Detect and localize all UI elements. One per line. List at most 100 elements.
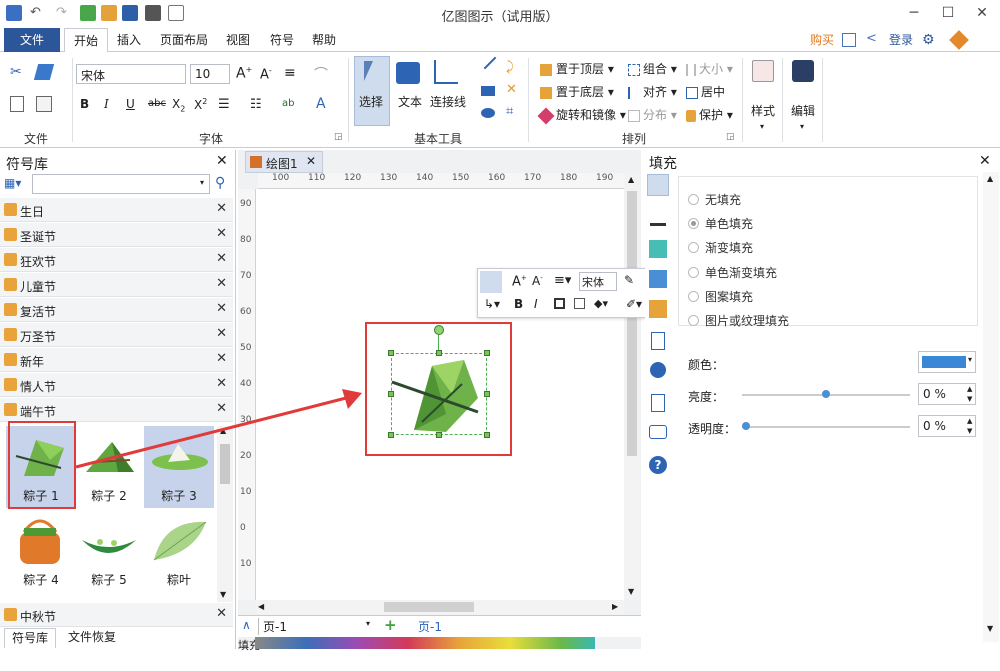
search-dropdown-icon[interactable]: ▾ <box>200 178 204 187</box>
text-tool-icon[interactable] <box>396 62 420 84</box>
fill-option-solid[interactable]: 单色填充 <box>688 215 753 232</box>
line-tab-icon[interactable] <box>650 210 666 226</box>
spin-arrows-icon[interactable]: ▲ ▼ <box>967 384 972 404</box>
mini-format-painter-icon[interactable]: ✎ <box>624 273 634 287</box>
settings-gear-icon[interactable]: ⚙ <box>922 32 935 48</box>
cut-icon[interactable]: ✂ <box>10 64 26 80</box>
mini-connector-icon[interactable]: ↳▾ <box>484 297 500 311</box>
style-icon[interactable] <box>752 60 774 82</box>
resize-handle[interactable] <box>436 432 442 438</box>
brightness-input[interactable]: 0 % ▲ ▼ <box>918 383 976 405</box>
document-tab-close-icon[interactable]: ✕ <box>306 154 316 168</box>
category-close-icon[interactable]: ✕ <box>216 226 227 241</box>
document-tab[interactable]: 绘图1 ✕ <box>245 151 323 173</box>
library-category[interactable]: 儿童节 ✕ <box>0 273 233 297</box>
rectangle-tool-icon[interactable] <box>481 86 495 96</box>
shape-zongzi-4[interactable]: 粽子 4 <box>6 510 76 592</box>
underline-button[interactable]: U <box>126 97 135 111</box>
scroll-right-icon[interactable]: ▶ <box>612 602 618 611</box>
mini-fill-icon[interactable]: ◆▾ <box>594 297 608 310</box>
category-close-icon[interactable]: ✕ <box>216 251 227 266</box>
page-tab-icon[interactable] <box>651 332 665 350</box>
layer-tab-icon[interactable] <box>649 300 667 318</box>
line-tool-icon[interactable] <box>483 56 497 70</box>
shape-zongzi-5[interactable]: 粽子 5 <box>74 510 144 592</box>
help-icon[interactable]: ? <box>649 456 667 474</box>
buy-link[interactable]: 购买 <box>804 28 840 52</box>
scroll-left-icon[interactable]: ◀ <box>258 602 264 611</box>
tab-help[interactable]: 帮助 <box>304 28 344 52</box>
strikethrough-button[interactable]: abc <box>148 98 166 109</box>
transparency-slider-thumb[interactable] <box>742 422 750 430</box>
page-tab[interactable]: 页-1 <box>418 618 442 635</box>
spin-arrows-icon[interactable]: ▲ ▼ <box>967 416 972 436</box>
edit-button[interactable]: 编辑 <box>791 102 815 119</box>
library-category[interactable]: 万圣节 ✕ <box>0 323 233 347</box>
superscript-button[interactable]: X2 <box>194 97 207 112</box>
brightness-slider-thumb[interactable] <box>822 390 830 398</box>
hyperlink-tab-icon[interactable] <box>650 362 666 378</box>
image-tab-icon[interactable] <box>649 270 667 288</box>
attachment-tab-icon[interactable] <box>651 394 665 412</box>
mini-shrink-font-icon[interactable]: A- <box>532 274 543 288</box>
tab-view[interactable]: 视图 <box>218 28 258 52</box>
font-family-select[interactable]: 宋体 <box>76 64 186 84</box>
scroll-thumb[interactable] <box>627 191 637 456</box>
fill-panel-close-icon[interactable]: ✕ <box>979 153 991 169</box>
font-size-select[interactable]: 10 <box>190 64 230 84</box>
font-color-icon[interactable]: A <box>316 96 326 112</box>
addon-icon[interactable] <box>949 30 969 50</box>
fill-option-gradient[interactable]: 渐变填充 <box>688 239 753 256</box>
crop-tool-icon[interactable]: ⌗ <box>506 104 513 119</box>
text-highlight-icon[interactable]: ab <box>282 98 294 109</box>
canvas-zongzi-shape[interactable] <box>391 353 487 435</box>
grow-font-icon[interactable]: A+ <box>236 65 252 82</box>
category-close-icon[interactable]: ✕ <box>216 201 227 216</box>
find-binoculars-icon[interactable] <box>792 60 814 82</box>
shrink-font-icon[interactable]: A- <box>260 66 272 82</box>
center-button[interactable]: 居中 <box>686 83 725 100</box>
library-search-input[interactable] <box>32 174 210 194</box>
arrange-dialog-launcher-icon[interactable]: ◲ <box>726 132 735 142</box>
canvas-horizontal-scrollbar[interactable]: ◀ ▶ <box>256 600 624 615</box>
rotate-mirror-button[interactable]: 旋转和镜像 ▾ <box>537 106 626 124</box>
group-button[interactable]: 组合 ▾ <box>628 60 677 77</box>
scroll-down-icon[interactable]: ▼ <box>987 624 993 633</box>
fill-panel-scrollbar[interactable]: ▲ ▼ <box>983 172 999 642</box>
color-picker[interactable]: ▾ <box>918 351 976 373</box>
fill-option-pattern[interactable]: 图案填充 <box>688 288 753 305</box>
scroll-down-icon[interactable]: ▼ <box>220 590 226 599</box>
fill-option-solid-gradient[interactable]: 单色渐变填充 <box>688 264 777 281</box>
mini-bold-button[interactable]: B <box>514 297 523 311</box>
tab-file-recovery[interactable]: 文件恢复 <box>60 628 124 648</box>
page-bar-collapse-icon[interactable]: ∧ <box>242 618 251 632</box>
curve-icon[interactable]: ⌒ <box>314 64 328 84</box>
cross-tool-icon[interactable]: ✕ <box>506 82 517 97</box>
fill-option-none[interactable]: 无填充 <box>688 191 741 208</box>
canvas-vertical-scrollbar[interactable]: ▲ ▼ <box>624 173 640 600</box>
mini-italic-button[interactable]: I <box>534 297 538 311</box>
mini-grow-font-icon[interactable]: A+ <box>512 274 527 289</box>
tab-home[interactable]: 开始 <box>64 28 108 53</box>
category-close-icon[interactable]: ✕ <box>216 606 227 621</box>
bold-button[interactable]: B <box>80 97 89 111</box>
paste-icon[interactable] <box>36 96 52 112</box>
style-button[interactable]: 样式 <box>751 102 775 119</box>
scroll-down-icon[interactable]: ▼ <box>628 587 634 596</box>
text-tool-label[interactable]: 文本 <box>398 93 422 110</box>
color-palette[interactable] <box>255 637 595 649</box>
library-category[interactable]: 复活节 ✕ <box>0 298 233 322</box>
mini-select-icon[interactable] <box>480 271 502 293</box>
resize-handle[interactable] <box>436 350 442 356</box>
select-tool-button[interactable]: 选择 <box>354 56 390 126</box>
tab-page-layout[interactable]: 页面布局 <box>152 28 216 52</box>
resize-handle[interactable] <box>484 432 490 438</box>
connector-tool-label[interactable]: 连接线 <box>430 93 466 110</box>
bullet-spacing-icon[interactable]: ☰ <box>218 97 230 112</box>
library-category[interactable]: 圣诞节 ✕ <box>0 223 233 247</box>
align-button[interactable]: 对齐 ▾ <box>628 83 677 100</box>
minimize-button[interactable]: ─ <box>900 2 928 24</box>
category-close-icon[interactable]: ✕ <box>216 326 227 341</box>
tab-symbol[interactable]: 符号 <box>262 28 302 52</box>
library-category[interactable]: 中秋节 ✕ <box>0 603 233 627</box>
